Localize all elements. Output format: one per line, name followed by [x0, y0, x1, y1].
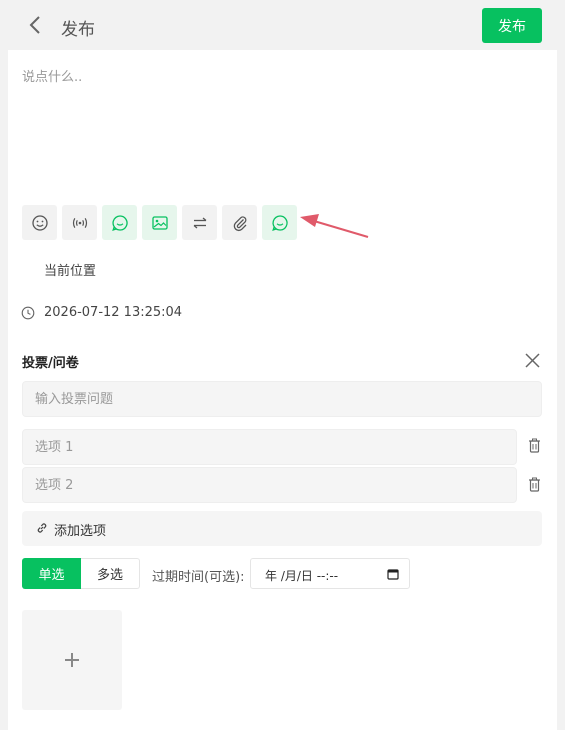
expire-time-label: 过期时间(可选): — [152, 570, 245, 585]
add-image-tile[interactable] — [22, 610, 122, 710]
broadcast-icon — [72, 217, 87, 228]
image-button[interactable] — [142, 205, 177, 240]
calendar-icon[interactable] — [387, 568, 399, 580]
publish-button[interactable]: 发布 — [482, 8, 542, 43]
add-option-button[interactable]: 添加选项 — [22, 511, 542, 546]
swap-button[interactable] — [182, 205, 217, 240]
chat-bubble-icon — [271, 214, 288, 231]
delete-option-2-icon[interactable] — [528, 477, 541, 492]
broadcast-button[interactable] — [62, 205, 97, 240]
vote-option-1-input[interactable] — [22, 429, 517, 465]
clock-icon — [21, 306, 35, 320]
chat-button-2[interactable] — [262, 205, 297, 240]
plus-icon — [65, 653, 79, 667]
compose-textarea[interactable] — [22, 66, 542, 186]
expire-datetime-value: 年 /月/日 --:-- — [265, 569, 339, 583]
swap-icon — [193, 217, 206, 228]
schedule-datetime[interactable]: 2026-07-12 13:25:04 — [44, 305, 182, 320]
back-arrow-icon[interactable] — [26, 14, 46, 36]
paperclip-icon — [233, 215, 246, 231]
link-icon — [37, 523, 47, 533]
vote-option-2-input[interactable] — [22, 467, 517, 503]
add-option-label: 添加选项 — [54, 524, 107, 539]
image-icon — [151, 215, 168, 230]
vote-section-title: 投票/问卷 — [22, 356, 79, 371]
page-title: 发布 — [61, 20, 95, 40]
expire-datetime-input[interactable]: 年 /月/日 --:-- — [250, 558, 410, 589]
multi-choice-tab[interactable]: 多选 — [81, 558, 140, 589]
top-bar: 发布 发布 — [0, 0, 565, 50]
delete-option-1-icon[interactable] — [528, 438, 541, 453]
emoji-icon — [31, 214, 48, 231]
chat-bubble-icon — [111, 214, 128, 231]
current-location[interactable]: 当前位置 — [44, 260, 96, 279]
vote-question-input[interactable] — [22, 381, 542, 417]
emoji-button[interactable] — [22, 205, 57, 240]
attach-button[interactable] — [222, 205, 257, 240]
chat-button[interactable] — [102, 205, 137, 240]
single-choice-tab[interactable]: 单选 — [22, 558, 81, 589]
close-icon[interactable] — [524, 352, 541, 369]
